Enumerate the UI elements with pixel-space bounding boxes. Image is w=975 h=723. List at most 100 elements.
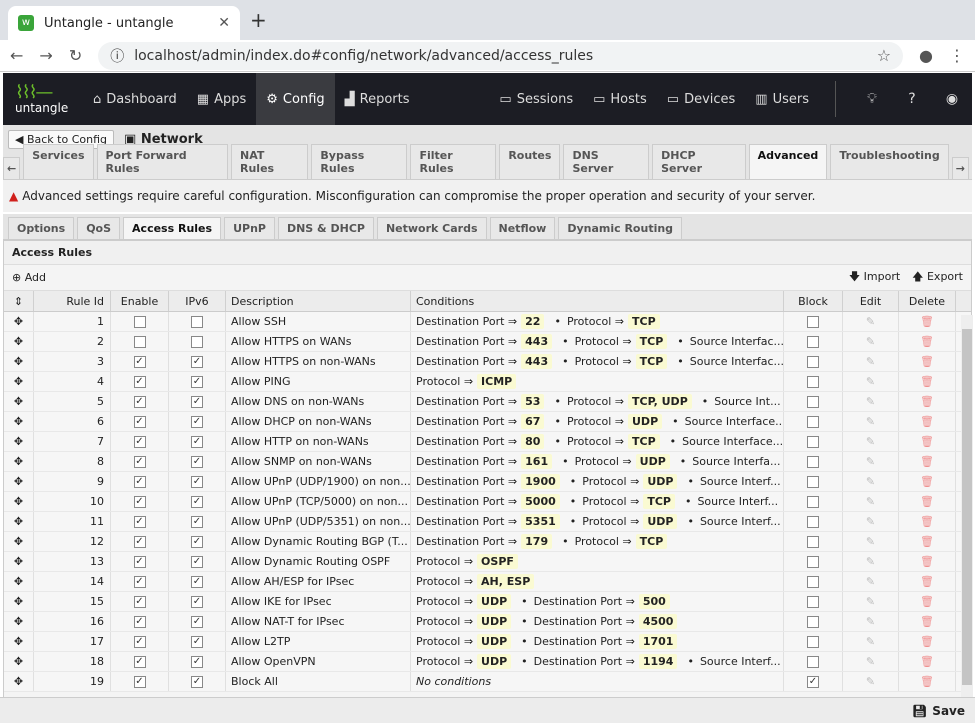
import-button[interactable]: 🡇 Import	[849, 268, 900, 287]
nav-sessions[interactable]: ▭ Sessions	[489, 73, 583, 125]
block-checkbox[interactable]	[807, 435, 819, 448]
tab-routes[interactable]: Routes	[499, 144, 561, 179]
ipv6-checkbox[interactable]: ✓	[191, 475, 203, 488]
col-conditions[interactable]: Conditions	[411, 291, 784, 311]
ipv6-checkbox[interactable]: ✓	[191, 535, 203, 548]
trash-icon[interactable]: 🗑︎	[920, 515, 934, 528]
drag-handle-icon[interactable]: ✥	[4, 372, 34, 391]
trash-icon[interactable]: 🗑︎	[920, 355, 934, 368]
pencil-icon[interactable]: ✎	[866, 495, 875, 508]
enable-checkbox[interactable]: ✓	[133, 355, 146, 368]
ipv6-checkbox[interactable]	[191, 335, 203, 348]
drag-handle-icon[interactable]: ✥	[4, 412, 34, 431]
ipv6-checkbox[interactable]: ✓	[191, 395, 203, 408]
block-checkbox[interactable]: ✓	[807, 675, 819, 688]
drag-handle-icon[interactable]: ✥	[4, 452, 34, 471]
trash-icon[interactable]: 🗑︎	[920, 555, 934, 568]
tab-port-forward-rules[interactable]: Port Forward Rules	[96, 144, 228, 179]
ipv6-checkbox[interactable]: ✓	[191, 595, 203, 608]
enable-checkbox[interactable]: ✓	[133, 495, 146, 508]
trash-icon[interactable]: 🗑︎	[920, 615, 934, 628]
block-checkbox[interactable]	[807, 335, 819, 348]
enable-checkbox[interactable]	[133, 315, 146, 328]
forward-icon[interactable]: →	[39, 46, 52, 65]
pencil-icon[interactable]: ✎	[866, 615, 875, 628]
col-block[interactable]: Block	[784, 291, 843, 311]
subtab-options[interactable]: Options	[8, 217, 75, 239]
enable-checkbox[interactable]: ✓	[133, 675, 146, 688]
enable-checkbox[interactable]: ✓	[133, 595, 146, 608]
enable-checkbox[interactable]: ✓	[133, 475, 146, 488]
tab-nat-rules[interactable]: NAT Rules	[231, 144, 309, 179]
ipv6-checkbox[interactable]	[191, 315, 203, 328]
col-enable[interactable]: Enable	[111, 291, 169, 311]
col-rule-id[interactable]: Rule Id	[34, 291, 111, 311]
untangle-logo[interactable]: ⌇⌇⌇— untangle	[3, 84, 83, 115]
export-button[interactable]: 🡅 Export	[912, 268, 963, 287]
pencil-icon[interactable]: ✎	[866, 415, 875, 428]
enable-checkbox[interactable]: ✓	[133, 375, 146, 388]
pencil-icon[interactable]: ✎	[866, 395, 875, 408]
menu-icon[interactable]: ⋮	[949, 46, 965, 65]
back-icon[interactable]: ←	[10, 46, 23, 65]
tab-dns-server[interactable]: DNS Server	[563, 144, 650, 179]
nav-reports[interactable]: ▟ Reports	[335, 73, 420, 125]
block-checkbox[interactable]	[807, 395, 819, 408]
trash-icon[interactable]: 🗑︎	[920, 655, 934, 668]
trash-icon[interactable]: 🗑︎	[920, 575, 934, 588]
drag-handle-icon[interactable]: ✥	[4, 672, 34, 691]
trash-icon[interactable]: 🗑︎	[920, 415, 934, 428]
subtab-netflow[interactable]: Netflow	[489, 217, 556, 239]
enable-checkbox[interactable]: ✓	[133, 415, 146, 428]
block-checkbox[interactable]	[807, 515, 819, 528]
col-delete[interactable]: Delete	[899, 291, 956, 311]
nav-users[interactable]: ▥ Users	[745, 73, 819, 125]
account-icon[interactable]: ●	[919, 46, 933, 65]
tab-bypass-rules[interactable]: Bypass Rules	[311, 144, 408, 179]
block-checkbox[interactable]	[807, 535, 819, 548]
subtab-upnp[interactable]: UPnP	[224, 217, 275, 239]
help-icon[interactable]: ?	[892, 91, 932, 107]
drag-handle-icon[interactable]: ✥	[4, 592, 34, 611]
subtab-network-cards[interactable]: Network Cards	[376, 217, 487, 239]
pencil-icon[interactable]: ✎	[866, 635, 875, 648]
col-edit[interactable]: Edit	[843, 291, 899, 311]
browser-tab[interactable]: w Untangle - untangle ✕	[8, 6, 240, 40]
block-checkbox[interactable]	[807, 655, 819, 668]
enable-checkbox[interactable]: ✓	[133, 515, 146, 528]
drag-handle-icon[interactable]: ✥	[4, 492, 34, 511]
nav-apps[interactable]: ▦ Apps	[187, 73, 256, 125]
block-checkbox[interactable]	[807, 595, 819, 608]
url-input[interactable]: ⓘ localhost/admin/index.do#config/network…	[98, 41, 904, 70]
trash-icon[interactable]: 🗑︎	[920, 475, 934, 488]
trash-icon[interactable]: 🗑︎	[920, 375, 934, 388]
user-icon[interactable]: ◉	[932, 91, 972, 107]
col-description[interactable]: Description	[226, 291, 411, 311]
enable-checkbox[interactable]: ✓	[133, 435, 146, 448]
col-ipv6[interactable]: IPv6	[169, 291, 226, 311]
grid-scrollbar[interactable]	[961, 315, 973, 697]
tabs-scroll-left-icon[interactable]: ←	[3, 157, 21, 179]
drag-handle-icon[interactable]: ✥	[4, 532, 34, 551]
drag-handle-icon[interactable]: ✥	[4, 552, 34, 571]
drag-handle-icon[interactable]: ✥	[4, 332, 34, 351]
pencil-icon[interactable]: ✎	[866, 575, 875, 588]
enable-checkbox[interactable]: ✓	[133, 555, 146, 568]
trash-icon[interactable]: 🗑︎	[920, 635, 934, 648]
tab-filter-rules[interactable]: Filter Rules	[410, 144, 497, 179]
save-button[interactable]: 💾︎ Save	[0, 697, 975, 723]
block-checkbox[interactable]	[807, 375, 819, 388]
nav-dashboard[interactable]: ⌂ Dashboard	[83, 73, 187, 125]
ipv6-checkbox[interactable]: ✓	[191, 455, 203, 468]
ipv6-checkbox[interactable]: ✓	[191, 375, 203, 388]
pencil-icon[interactable]: ✎	[866, 375, 875, 388]
ipv6-checkbox[interactable]: ✓	[191, 615, 203, 628]
trash-icon[interactable]: 🗑︎	[920, 495, 934, 508]
nav-devices[interactable]: ▭ Devices	[657, 73, 746, 125]
block-checkbox[interactable]	[807, 415, 819, 428]
ipv6-checkbox[interactable]: ✓	[191, 635, 203, 648]
enable-checkbox[interactable]: ✓	[133, 395, 146, 408]
block-checkbox[interactable]	[807, 635, 819, 648]
pencil-icon[interactable]: ✎	[866, 555, 875, 568]
pencil-icon[interactable]: ✎	[866, 355, 875, 368]
